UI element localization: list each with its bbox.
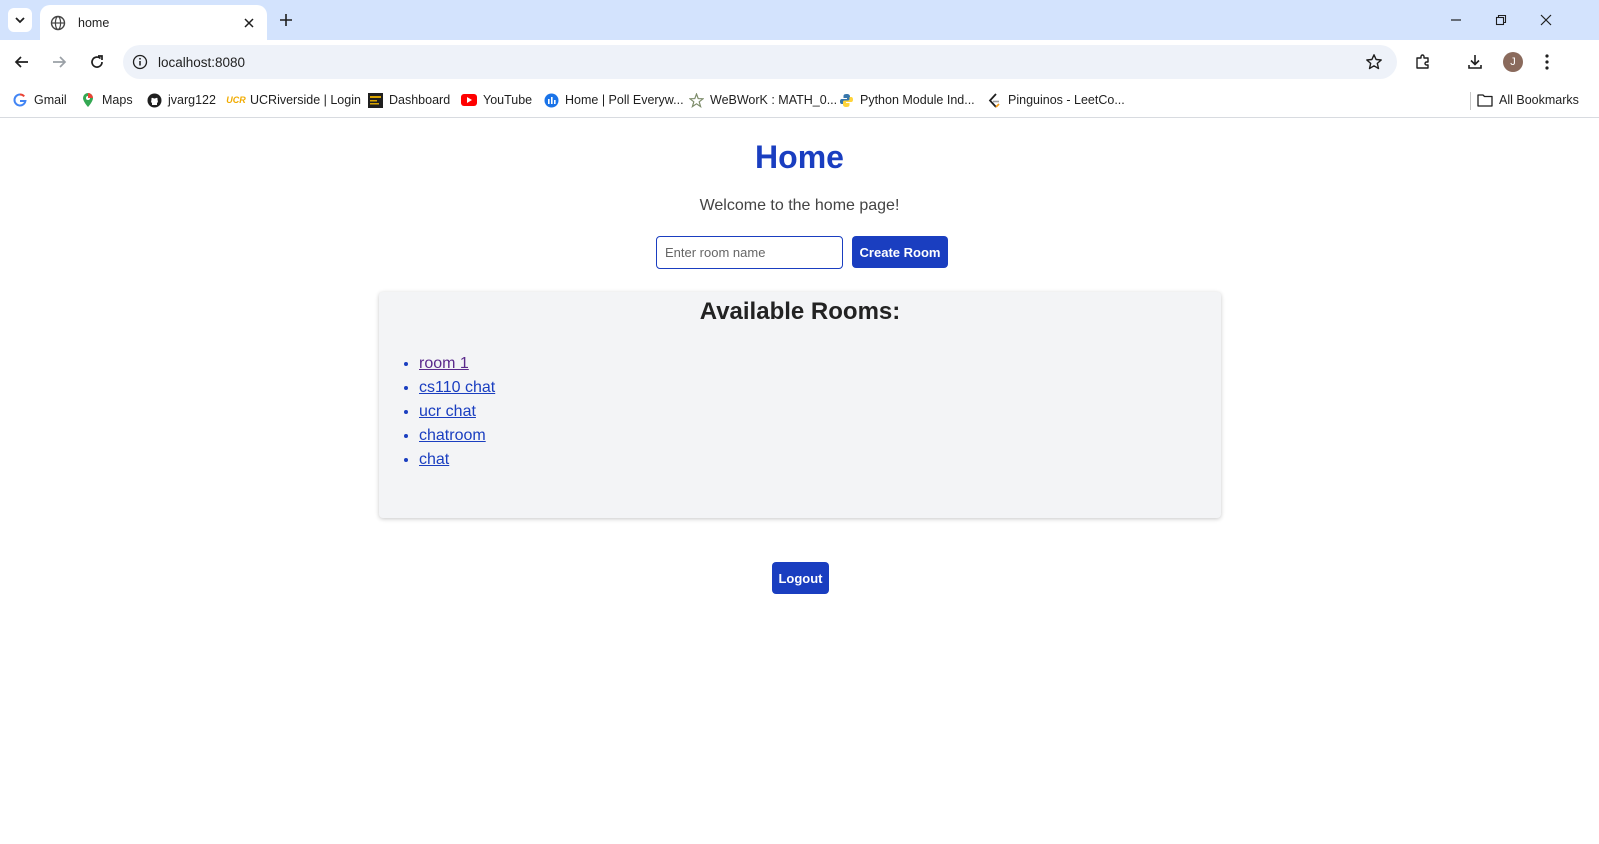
all-bookmarks-button[interactable]: All Bookmarks: [1477, 90, 1579, 110]
restore-button[interactable]: [1487, 6, 1515, 34]
rooms-list: room 1 cs110 chat ucr chat chatroom chat: [419, 352, 495, 472]
close-window-button[interactable]: [1532, 6, 1560, 34]
folder-icon: [1477, 92, 1493, 108]
tab-home[interactable]: home: [40, 5, 267, 40]
bookmark-label: Pinguinos - LeetCo...: [1008, 93, 1125, 107]
globe-icon: [50, 15, 66, 31]
minimize-button[interactable]: [1442, 6, 1470, 34]
welcome-text: Welcome to the home page!: [699, 197, 900, 214]
bookmark-label: jvarg122: [168, 93, 216, 107]
list-item: chat: [419, 448, 495, 472]
reload-icon: [91, 55, 103, 68]
gmail-icon: [12, 92, 28, 108]
python-icon: [838, 92, 854, 108]
close-icon: [1540, 14, 1552, 26]
list-item: ucr chat: [419, 400, 495, 424]
extensions-icon[interactable]: [1412, 51, 1434, 73]
bookmark-webwork[interactable]: WeBWorK : MATH_0...: [688, 90, 837, 110]
bookmark-gmail[interactable]: Gmail: [12, 90, 67, 110]
room-link[interactable]: chatroom: [419, 427, 486, 444]
room-link[interactable]: ucr chat: [419, 403, 476, 420]
download-icon[interactable]: [1464, 51, 1486, 73]
bookmark-dashboard[interactable]: Dashboard: [367, 90, 450, 110]
bookmark-label: WeBWorK : MATH_0...: [710, 93, 838, 107]
list-item: chatroom: [419, 424, 495, 448]
tab-search-button[interactable]: [8, 8, 32, 32]
poll-everywhere-icon: [543, 92, 559, 108]
rooms-heading: Available Rooms:: [699, 298, 901, 325]
all-bookmarks-label: All Bookmarks: [1499, 93, 1579, 107]
tab-title: home: [78, 15, 110, 30]
bookmark-label: Maps: [102, 93, 133, 107]
bookmark-leetcode[interactable]: Pinguinos - LeetCo...: [986, 90, 1125, 110]
available-rooms-panel: Available Rooms: room 1 cs110 chat ucr c…: [379, 292, 1221, 518]
reload-button[interactable]: [85, 50, 109, 74]
forward-button[interactable]: [47, 50, 71, 74]
chevron-down-icon: [15, 17, 25, 24]
star-icon[interactable]: [1365, 53, 1383, 71]
bookmark-youtube[interactable]: YouTube: [461, 90, 532, 110]
leetcode-icon: [986, 92, 1002, 108]
bookmark-ucr[interactable]: UCR UCRiverside | Login: [226, 90, 361, 110]
bookmark-label: Home | Poll Everyw...: [565, 93, 684, 107]
logout-button[interactable]: Logout: [772, 562, 829, 594]
bookmark-label: Dashboard: [389, 93, 451, 107]
youtube-icon: [461, 92, 477, 108]
bookmark-poll-everywhere[interactable]: Home | Poll Everyw...: [543, 90, 684, 110]
kebab-menu-icon[interactable]: [1536, 51, 1558, 73]
create-room-button[interactable]: Create Room: [852, 236, 948, 268]
url-text: localhost:8080: [158, 54, 246, 70]
bookmarks-bar: Gmail Maps jvarg122 UCR UCRiverside | Lo…: [0, 84, 1599, 118]
room-name-input[interactable]: [656, 236, 843, 269]
bookmark-maps[interactable]: Maps: [80, 90, 133, 110]
restore-icon: [1495, 14, 1507, 26]
ucr-icon: UCR: [226, 95, 246, 105]
site-info-icon[interactable]: [131, 53, 149, 71]
minimize-icon: [1451, 19, 1461, 21]
dashboard-icon: [367, 92, 383, 108]
tab-strip: home: [0, 0, 1599, 40]
bookmark-label: UCRiverside | Login: [250, 93, 361, 107]
page-content: Home Welcome to the home page! Create Ro…: [0, 119, 1599, 844]
close-icon[interactable]: [241, 15, 257, 31]
bookmark-label: YouTube: [483, 93, 533, 107]
bookmarks-separator: [1470, 92, 1471, 110]
back-button[interactable]: [10, 50, 34, 74]
bookmark-github[interactable]: jvarg122: [146, 90, 216, 110]
github-icon: [146, 92, 162, 108]
page-title: Home: [755, 139, 844, 175]
address-bar[interactable]: localhost:8080: [123, 45, 1397, 79]
plus-icon: [280, 14, 292, 26]
list-item: room 1: [419, 352, 495, 376]
bookmark-label: Gmail: [34, 93, 67, 107]
arrow-right-icon: [53, 56, 67, 68]
list-item: cs110 chat: [419, 376, 495, 400]
bookmark-python[interactable]: Python Module Ind...: [838, 90, 975, 110]
room-link[interactable]: room 1: [419, 355, 469, 372]
maps-icon: [80, 92, 96, 108]
room-link[interactable]: chat: [419, 451, 449, 468]
avatar[interactable]: J: [1503, 52, 1523, 72]
browser-toolbar: localhost:8080 J: [0, 40, 1599, 84]
new-tab-button[interactable]: [276, 10, 296, 30]
arrow-left-icon: [14, 56, 28, 68]
webwork-icon: [688, 92, 704, 108]
room-link[interactable]: cs110 chat: [419, 379, 495, 396]
bookmark-label: Python Module Ind...: [860, 93, 975, 107]
